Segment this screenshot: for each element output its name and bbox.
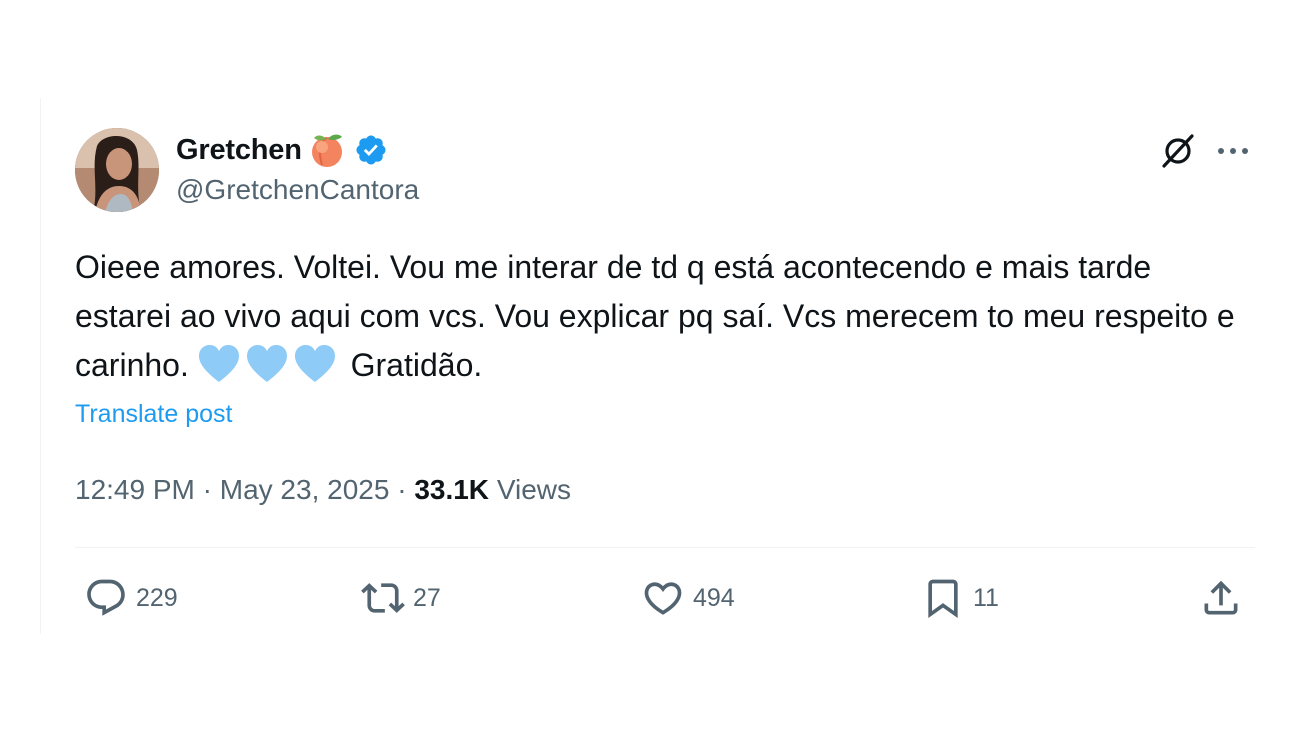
bookmark-count: 11 (973, 583, 999, 612)
repost-count: 27 (413, 583, 441, 612)
light-blue-heart-icon (294, 344, 336, 384)
bookmark-button[interactable]: 11 (921, 576, 999, 620)
author-display-name[interactable]: Gretchen (176, 134, 302, 167)
like-count: 494 (693, 583, 735, 612)
reply-count: 229 (136, 583, 178, 612)
views-count[interactable]: 33.1K (414, 474, 489, 505)
like-button[interactable]: 494 (641, 576, 735, 620)
bookmark-icon (928, 579, 958, 619)
meta-separator: · (397, 474, 407, 505)
post-text-closing: Gratidão. (350, 347, 483, 383)
avatar-photo (75, 128, 159, 212)
post-time[interactable]: 12:49 PM (75, 474, 195, 505)
repost-button[interactable]: 27 (361, 576, 441, 620)
more-options-icon[interactable] (1213, 134, 1253, 168)
peach-emoji-icon (308, 131, 346, 169)
author-handle[interactable]: @GretchenCantora (176, 174, 419, 206)
translate-post-link[interactable]: Translate post (75, 400, 232, 429)
avatar[interactable] (75, 128, 159, 212)
verified-badge-icon[interactable] (354, 133, 388, 167)
reply-icon (87, 579, 125, 616)
author-name-row: Gretchen (176, 130, 388, 170)
reply-button[interactable]: 229 (84, 576, 178, 620)
post-meta: 12:49 PM · May 23, 2025 · 33.1K Views (75, 474, 571, 506)
meta-separator: · (202, 474, 212, 505)
share-button[interactable] (1199, 576, 1243, 620)
share-icon (1204, 580, 1238, 615)
repost-icon (361, 583, 405, 613)
post-text: Oieee amores. Voltei. Vou me interar de … (75, 243, 1245, 390)
views-label[interactable]: Views (497, 474, 571, 505)
light-blue-heart-icon (246, 344, 288, 384)
divider (75, 547, 1255, 548)
light-blue-heart-icon (198, 344, 240, 384)
tweet-card: Gretchen @GretchenCantora Oieee amores. … (40, 98, 1257, 634)
heart-icon (644, 582, 682, 615)
post-date[interactable]: May 23, 2025 (220, 474, 390, 505)
grok-icon[interactable] (1159, 132, 1197, 170)
